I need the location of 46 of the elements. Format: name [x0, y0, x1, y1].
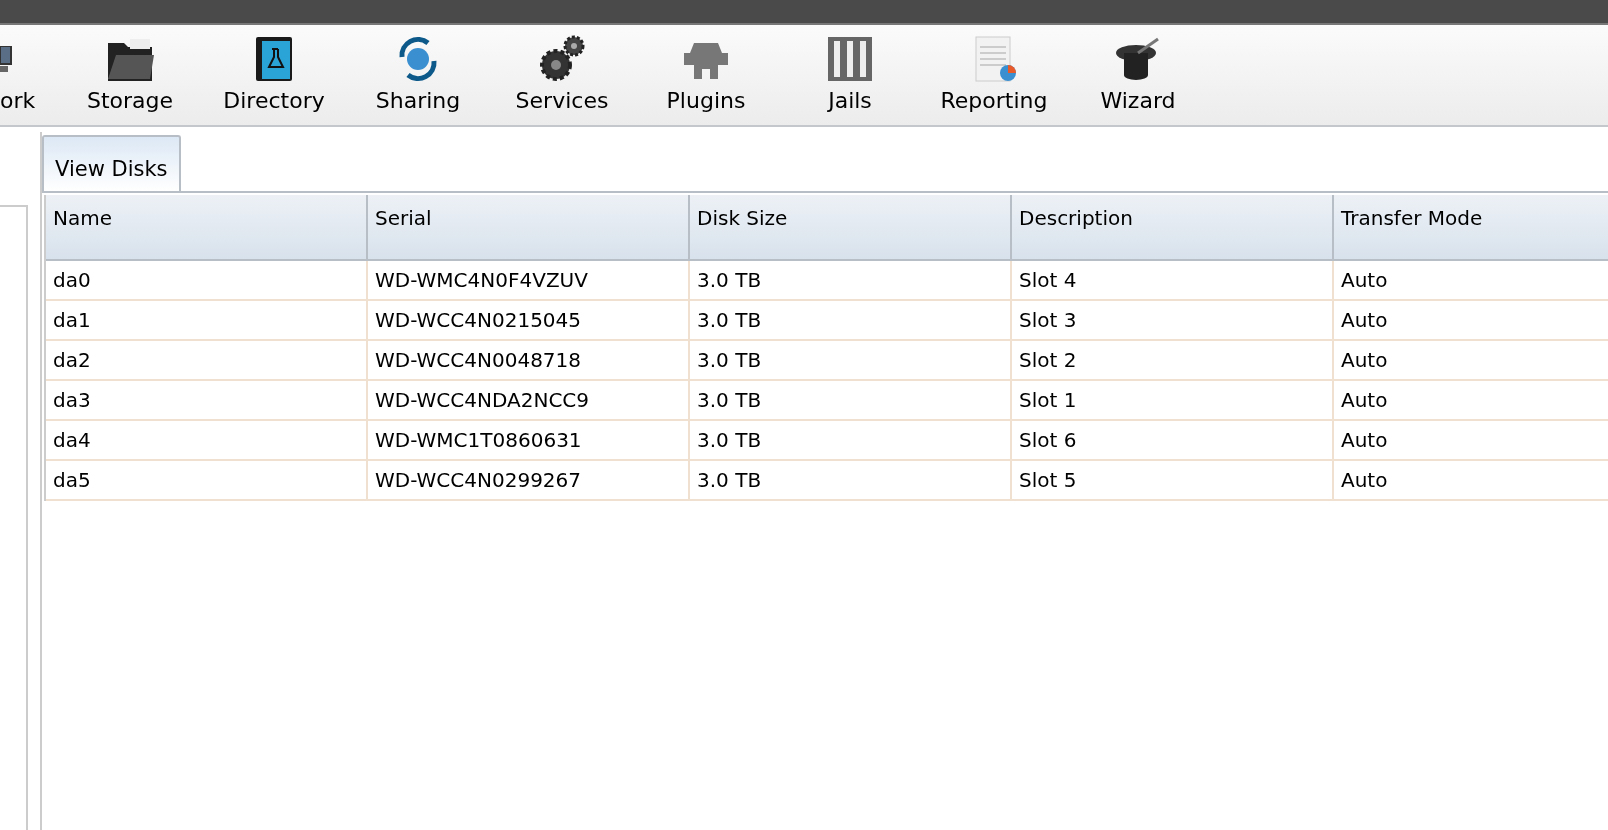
toolbar-button[interactable]: Reporting [922, 33, 1066, 115]
table-cell: Auto [1334, 421, 1608, 461]
table-cell: da3 [46, 381, 368, 421]
toolbar-button[interactable]: Wizard [1066, 33, 1210, 115]
table-cell: 3.0 TB [690, 301, 1012, 341]
column-header[interactable]: Name [46, 195, 368, 261]
table-cell: Auto [1334, 461, 1608, 501]
table-cell: Auto [1334, 381, 1608, 421]
table-cell: 3.0 TB [690, 461, 1012, 501]
table-cell: WD-WMC4N0F4VZUV [368, 261, 690, 301]
column-header[interactable]: Transfer Mode [1334, 195, 1608, 261]
table-cell: da1 [46, 301, 368, 341]
table-cell: Slot 3 [1012, 301, 1334, 341]
table-cell: da0 [46, 261, 368, 301]
table-cell: Slot 6 [1012, 421, 1334, 461]
table-cell: WD-WCC4N0299267 [368, 461, 690, 501]
monitor-icon [0, 46, 12, 72]
table-cell: WD-WCC4N0215045 [368, 301, 690, 341]
toolbar-button[interactable]: Jails [778, 33, 922, 115]
toolbar-button[interactable]: Directory [202, 33, 346, 115]
table-cell: 3.0 TB [690, 341, 1012, 381]
table-cell: Auto [1334, 301, 1608, 341]
table-cell: Slot 4 [1012, 261, 1334, 301]
table-cell: Slot 5 [1012, 461, 1334, 501]
column-header[interactable]: Disk Size [690, 195, 1012, 261]
toolbar-button[interactable]: Storage [58, 33, 202, 115]
column-header[interactable]: Description [1012, 195, 1334, 261]
table-cell: WD-WMC1T0860631 [368, 421, 690, 461]
toolbar-button[interactable]: Plugins [634, 33, 778, 115]
toolbar-button[interactable]: Sharing [346, 33, 490, 115]
table-cell: da4 [46, 421, 368, 461]
table-cell: 3.0 TB [690, 381, 1012, 421]
table-cell: da2 [46, 341, 368, 381]
table-cell: 3.0 TB [690, 421, 1012, 461]
table-cell: da5 [46, 461, 368, 501]
table-cell: WD-WCC4N0048718 [368, 341, 690, 381]
table-cell: Slot 2 [1012, 341, 1334, 381]
toolbar-button[interactable]: Services [490, 33, 634, 115]
table-cell: Auto [1334, 261, 1608, 301]
table-cell: Slot 1 [1012, 381, 1334, 421]
table-cell: WD-WCC4NDA2NCC9 [368, 381, 690, 421]
toolbar-button[interactable]: ork [0, 33, 58, 115]
column-header[interactable]: Serial [368, 195, 690, 261]
table-cell: Auto [1334, 341, 1608, 381]
tab[interactable]: View Disks [42, 135, 181, 191]
table-cell: 3.0 TB [690, 261, 1012, 301]
